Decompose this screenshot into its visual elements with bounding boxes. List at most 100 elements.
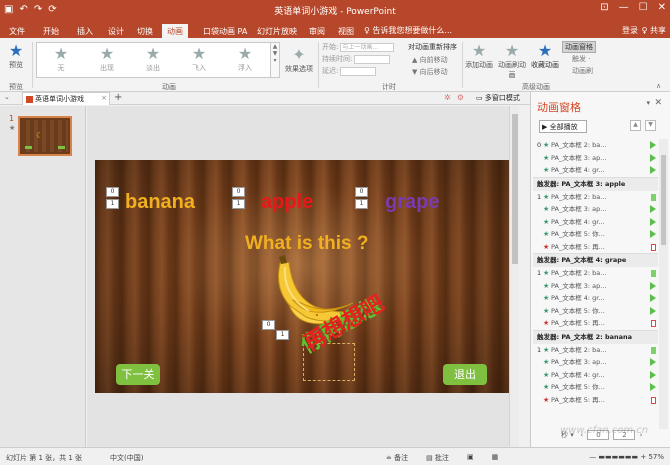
timing-bar[interactable] (651, 346, 656, 354)
timing-bar[interactable] (650, 205, 656, 213)
timing-bar[interactable] (650, 383, 656, 391)
animation-item[interactable]: ★ PA_文本框 4: gr... (533, 369, 658, 382)
duration-input[interactable] (354, 54, 391, 64)
notes-button[interactable]: ≐ 备注 (386, 453, 408, 463)
word-grape[interactable]: grape (385, 191, 439, 214)
animation-painter-button[interactable]: ★ 动画刷动画 (496, 42, 528, 80)
word-apple[interactable]: apple (261, 191, 313, 214)
tab-slideshow[interactable]: 幻灯片放映 (252, 24, 302, 38)
timing-bar[interactable] (651, 396, 656, 404)
gallery-scroll[interactable]: ▲ ▼ ▾ (270, 43, 279, 77)
document-tab[interactable]: 英语单词小游戏 × (22, 92, 110, 105)
zoom-level[interactable]: — ▬▬▬▬▬▬ + 57% (589, 453, 664, 461)
tab-view[interactable]: 视图 (333, 24, 359, 38)
duration-field[interactable]: 持续时间: (322, 54, 391, 64)
animation-tag[interactable]: 1 (355, 199, 368, 209)
gallery-item-appear[interactable]: ★ 出现 (87, 45, 127, 73)
comments-button[interactable]: ▤ 批注 (426, 453, 449, 463)
normal-view-icon[interactable]: ▣ (467, 453, 474, 463)
tab-menu-icon[interactable]: ⌄ (4, 93, 10, 101)
animation-item[interactable]: ★ PA_文本框 5: 你... (533, 381, 658, 394)
animation-item[interactable]: ★ PA_文本框 5: 再... (533, 317, 658, 330)
timing-bar[interactable] (650, 358, 656, 366)
timing-bar[interactable] (650, 281, 656, 290)
language[interactable]: 中文(中国) (110, 453, 143, 463)
start-select[interactable]: 与上一动画... (340, 42, 395, 52)
question-text[interactable]: What is this ? (245, 233, 369, 255)
timing-bar[interactable] (650, 217, 656, 226)
move-down-icon[interactable]: ▼ (645, 120, 656, 131)
restore-button[interactable]: ☐ (639, 2, 648, 13)
gallery-item-float-in[interactable]: ★ 浮入 (225, 45, 265, 73)
animation-item[interactable]: ★ PA_文本框 4: gr... (533, 164, 658, 177)
timing-bar[interactable] (651, 193, 656, 201)
animation-item[interactable]: 1 ★ PA_文本框 2: ba... (533, 344, 658, 357)
timing-bar[interactable] (651, 320, 656, 327)
close-button[interactable]: ✕ (658, 2, 666, 13)
tab-insert[interactable]: 插入 (72, 24, 98, 38)
ribbon-options-icon[interactable]: ⊡ (600, 2, 608, 13)
animation-item[interactable]: ★ PA_文本框 5: 你... (533, 228, 658, 241)
exit-button[interactable]: 退出 (443, 364, 487, 385)
trigger-button[interactable]: 触发 · (572, 54, 590, 64)
timing-bar[interactable] (650, 141, 656, 149)
animation-gallery[interactable]: ★ 无 ★ 出现 ★ 淡出 ★ 飞入 ★ 浮入 ▲ ▼ ▾ (36, 42, 280, 78)
timing-bar[interactable] (650, 294, 656, 302)
animation-item[interactable]: ★ PA_文本框 5: 你... (533, 305, 658, 318)
gallery-item-fade[interactable]: ★ 淡出 (133, 45, 173, 73)
animation-list-scrollbar[interactable] (659, 139, 668, 429)
add-animation-button[interactable]: ★ 添加动画 (464, 42, 494, 70)
animation-item[interactable]: ★ PA_文本框 3: ap... (533, 152, 658, 165)
tab-design[interactable]: 设计 (103, 24, 129, 38)
tab-pocket-animation[interactable]: 口袋动画 PA (198, 24, 252, 38)
play-all-button[interactable]: ▶ 全部播放 (539, 120, 587, 133)
animation-item[interactable]: ★ PA_文本框 4: gr... (533, 292, 658, 305)
collapse-ribbon-icon[interactable]: ∧ (656, 82, 661, 90)
animation-tag[interactable]: 0 (232, 187, 245, 197)
tab-home[interactable]: 开始 (38, 24, 64, 38)
timing-bar[interactable] (651, 243, 656, 251)
preview-button[interactable]: ★ 预览 (4, 42, 28, 70)
animation-tag[interactable]: 1 (276, 330, 289, 340)
pane-options-icon[interactable]: ▾ (646, 99, 650, 107)
word-banana[interactable]: banana (125, 191, 195, 214)
animation-tag[interactable]: 0 (106, 187, 119, 197)
animation-item[interactable]: 1 ★ PA_文本框 2: ba... (533, 191, 658, 204)
sorter-view-icon[interactable]: ▦ (492, 453, 499, 463)
multi-window-mode-button[interactable]: ▭ 多窗口模式 (476, 93, 520, 103)
animation-item[interactable]: ★ PA_文本框 3: ap... (533, 356, 658, 369)
edit-area-scrollbar[interactable] (509, 106, 519, 447)
effect-options-button[interactable]: ✦ 效果选项 (284, 46, 314, 74)
next-level-button[interactable]: 下一关 (116, 364, 160, 385)
scrollbar-thumb[interactable] (661, 155, 666, 245)
timing-bar[interactable] (650, 370, 656, 379)
trigger-header[interactable]: 触发器: PA_文本框 4: grape (533, 253, 658, 267)
favorite-animation-button[interactable]: ★ 收藏动画 (529, 42, 561, 70)
move-up-icon[interactable]: ▲ (630, 120, 641, 131)
animation-item[interactable]: ★ PA_文本框 3: ap... (533, 203, 658, 216)
tab-review[interactable]: 审阅 (304, 24, 330, 38)
timing-bar[interactable] (650, 306, 656, 315)
animation-item[interactable]: 1 ★ PA_文本框 2: ba... (533, 267, 658, 280)
new-tab-button[interactable]: + (114, 92, 122, 103)
timing-bar[interactable] (650, 153, 656, 162)
gear-icon[interactable]: ✲ (444, 93, 451, 102)
extension-icon[interactable]: ⚙ (457, 93, 464, 102)
slide-thumbnail[interactable]: ☾ (18, 116, 72, 156)
animation-item[interactable]: 0 ★ PA_文本框 2: ba... (533, 139, 658, 152)
animation-tag[interactable]: 0 (262, 320, 275, 330)
animation-pane-button[interactable]: 动画窗格 (562, 41, 596, 53)
tab-animations[interactable]: 动画 (162, 24, 188, 38)
timing-bar[interactable] (651, 270, 656, 277)
animation-item[interactable]: ★ PA_文本框 4: gr... (533, 216, 658, 229)
tab-transitions[interactable]: 切换 (132, 24, 158, 38)
share-button[interactable]: ♀ 共享 (642, 25, 666, 36)
timing-bar[interactable] (650, 166, 656, 174)
scrollbar-thumb[interactable] (512, 114, 518, 264)
animation-tag[interactable]: 0 (355, 187, 368, 197)
move-later-button[interactable]: ▼ 向后移动 (412, 67, 448, 77)
delay-input[interactable] (340, 66, 377, 76)
animation-item[interactable]: ★ PA_文本框 5: 再... (533, 394, 658, 407)
login-link[interactable]: 登录 (622, 25, 638, 36)
tell-me-search[interactable]: ♀ 告诉我您想要做什么... (364, 25, 452, 36)
